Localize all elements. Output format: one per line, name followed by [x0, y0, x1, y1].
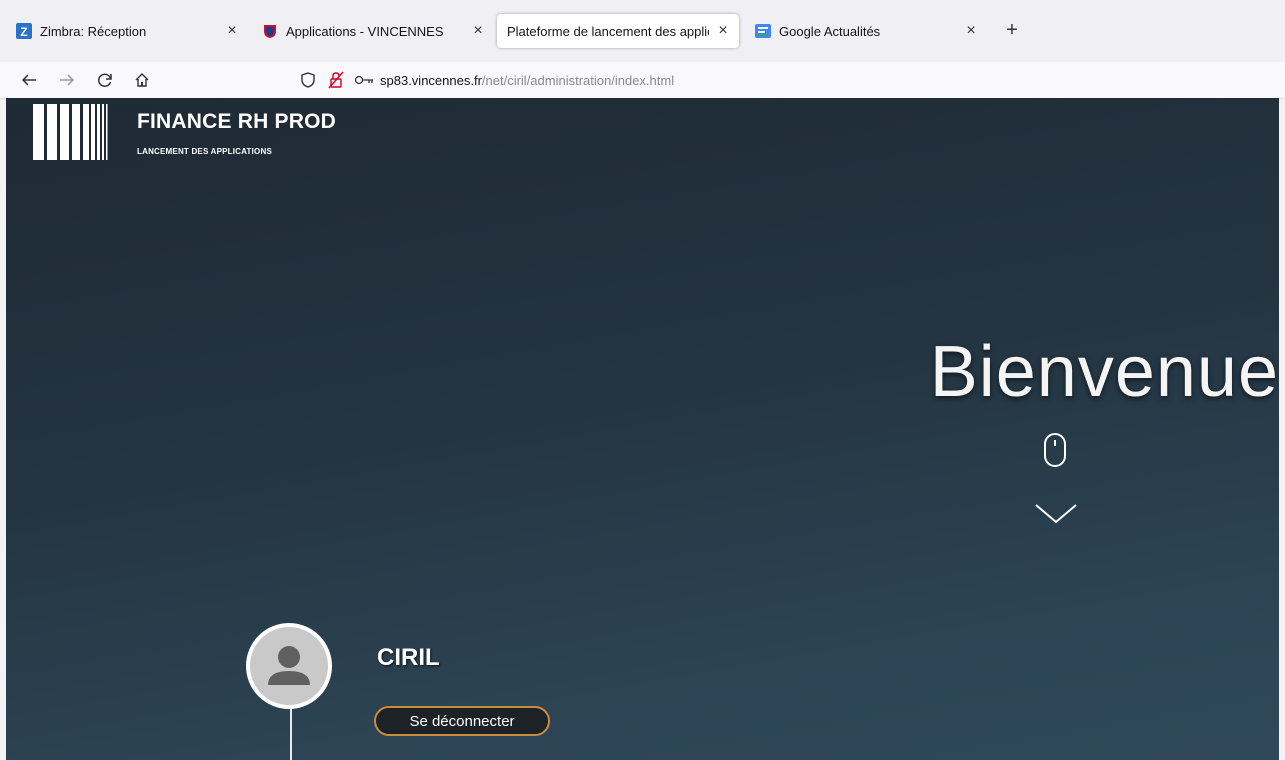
tab-title: Plateforme de lancement des applic [507, 23, 709, 39]
forward-button[interactable] [55, 68, 79, 92]
zimbra-icon: Z [16, 23, 32, 39]
reload-icon [98, 73, 112, 87]
back-button[interactable] [17, 68, 41, 92]
url-text[interactable]: sp83.vincennes.fr/net/ciril/administrati… [380, 73, 674, 88]
brand-subtitle: LANCEMENT DES APPLICATIONS [137, 147, 272, 156]
tab-close-icon[interactable]: × [470, 22, 486, 40]
welcome-heading: Bienvenue [929, 332, 1279, 412]
back-arrow-icon [21, 74, 36, 86]
shield-icon[interactable] [300, 71, 316, 89]
home-button[interactable] [130, 68, 154, 92]
tab-close-icon[interactable]: × [963, 22, 979, 40]
tab-close-icon[interactable]: × [224, 22, 240, 40]
tab-close-icon[interactable]: × [715, 22, 731, 40]
timeline-line [290, 709, 292, 760]
url-path: /net/ciril/administration/index.html [481, 72, 675, 88]
tab-title: Applications - VINCENNES [286, 23, 444, 39]
tab-plateforme-active[interactable]: Plateforme de lancement des applic × [497, 14, 739, 48]
tab-title: Zimbra: Réception [40, 23, 147, 39]
user-name: CIRIL [377, 644, 440, 671]
navigation-toolbar: sp83.vincennes.fr/net/ciril/administrati… [0, 62, 1285, 99]
tab-google-actualites[interactable]: Google Actualités × [743, 14, 987, 48]
mouse-scroll-icon[interactable] [1043, 432, 1067, 473]
logout-button[interactable]: Se déconnecter [374, 706, 550, 736]
avatar [246, 623, 332, 709]
brand-title: FINANCE RH PROD [137, 110, 337, 133]
reload-button[interactable] [93, 68, 117, 92]
chevron-down-icon[interactable] [1034, 502, 1078, 529]
home-icon [135, 73, 149, 87]
google-news-icon [755, 23, 771, 39]
browser-tab-strip: Z Zimbra: Réception × Applications - VIN… [0, 0, 1285, 62]
page-content: FINANCE RH PROD LANCEMENT DES APPLICATIO… [6, 98, 1279, 760]
forward-arrow-icon [60, 74, 75, 86]
new-tab-button[interactable]: + [1002, 20, 1022, 40]
barcode-logo-icon [33, 104, 109, 165]
permissions-icon[interactable] [328, 71, 344, 89]
url-host: sp83.vincennes.fr [380, 72, 482, 88]
vincennes-crest-icon [262, 23, 278, 39]
user-silhouette-icon [268, 646, 310, 685]
svg-text:Z: Z [20, 25, 27, 39]
address-bar[interactable]: sp83.vincennes.fr/net/ciril/administrati… [296, 66, 1276, 94]
tab-zimbra[interactable]: Z Zimbra: Réception × [4, 14, 248, 48]
tab-title: Google Actualités [779, 23, 881, 39]
tab-applications-vincennes[interactable]: Applications - VINCENNES × [250, 14, 494, 48]
key-icon[interactable] [354, 74, 374, 86]
